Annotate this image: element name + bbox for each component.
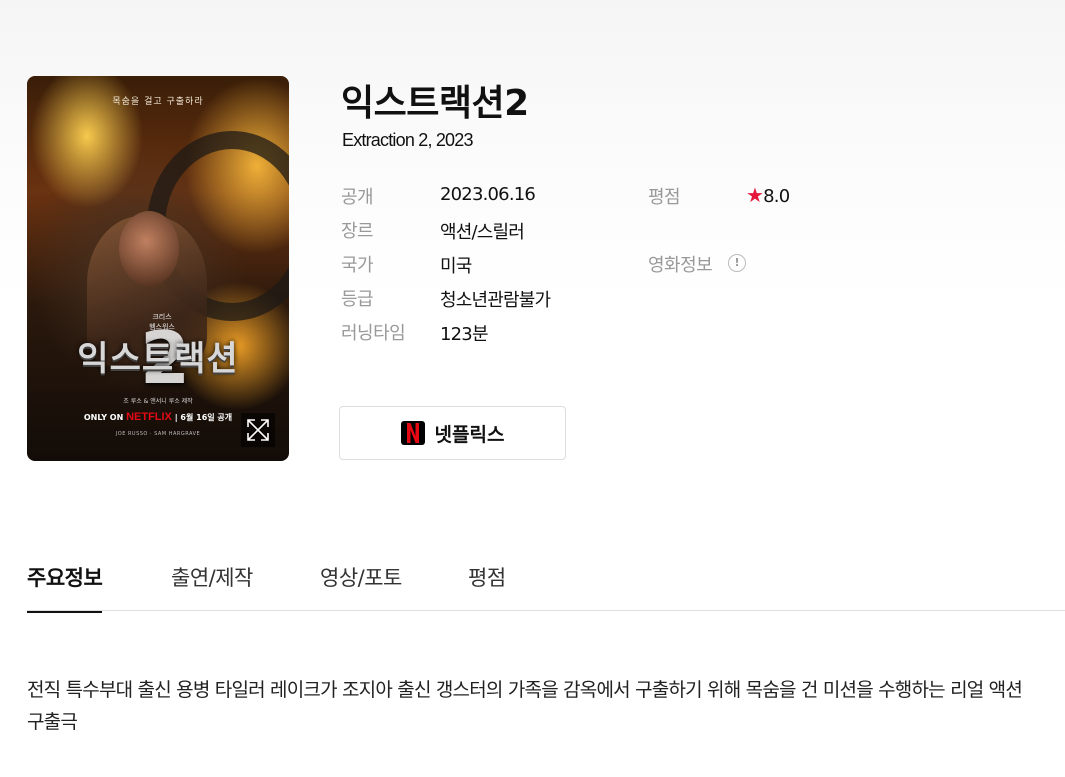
netflix-logo-icon xyxy=(400,421,425,445)
runtime-label: 러닝타임 xyxy=(341,323,406,344)
poster-head-art xyxy=(119,211,179,286)
release-label: 공개 xyxy=(341,187,374,208)
netflix-watch-label: 넷플릭스 xyxy=(434,423,505,446)
release-value: 2023.06.16 xyxy=(440,184,536,205)
info-icon[interactable]: ! xyxy=(728,254,746,272)
star-icon: ★ xyxy=(746,183,764,207)
score-label: 평점 xyxy=(648,187,681,208)
expand-icon xyxy=(247,419,269,441)
poster-title: 익스트랙션 xyxy=(77,339,239,379)
poster-only-on: ONLY ON xyxy=(83,413,124,422)
score-display: ★8.0 xyxy=(746,183,790,207)
page-title: 익스트랙션2 xyxy=(341,83,529,124)
synopsis-text: 전직 특수부대 출신 용병 타일러 레이크가 조지아 출신 갱스터의 가족을 감… xyxy=(27,679,1023,733)
runtime-value: 123분 xyxy=(440,324,489,345)
poster-release-date: 6월 16일 공개 xyxy=(180,413,233,422)
detail-tabs: 주요정보 출연/제작 영상/포토 평점 xyxy=(27,560,1065,613)
genre-label: 장르 xyxy=(341,221,374,242)
tab-video-photo[interactable]: 영상/포토 xyxy=(320,562,402,611)
poster-credit: 조 루소 & 앤서니 루소 제작 xyxy=(123,398,193,405)
tab-reviews[interactable]: 평점 xyxy=(468,562,506,611)
netflix-watch-button[interactable]: 넷플릭스 xyxy=(339,406,566,460)
expand-poster-button[interactable] xyxy=(241,413,275,447)
score-value: 8.0 xyxy=(763,186,790,207)
movie-subtitle: Extraction 2, 2023 xyxy=(342,130,474,150)
genre-value: 액션/스릴러 xyxy=(440,222,525,243)
tab-main-info[interactable]: 주요정보 xyxy=(27,562,103,613)
country-value: 미국 xyxy=(440,256,472,277)
rating-label: 등급 xyxy=(341,289,374,310)
movie-info-label[interactable]: 영화정보 xyxy=(648,251,713,277)
movie-poster[interactable]: 목숨을 걸고 구출하라 크리스 헴스워스 2 익스트랙션 조 루소 & 앤서니 … xyxy=(27,76,289,461)
rating-value: 청소년관람불가 xyxy=(440,290,551,311)
poster-network: NETFLIX xyxy=(126,411,172,423)
poster-tagline: 목숨을 걸고 구출하라 xyxy=(112,97,204,107)
tab-cast-crew[interactable]: 출연/제작 xyxy=(171,562,253,611)
country-label: 국가 xyxy=(341,255,374,276)
